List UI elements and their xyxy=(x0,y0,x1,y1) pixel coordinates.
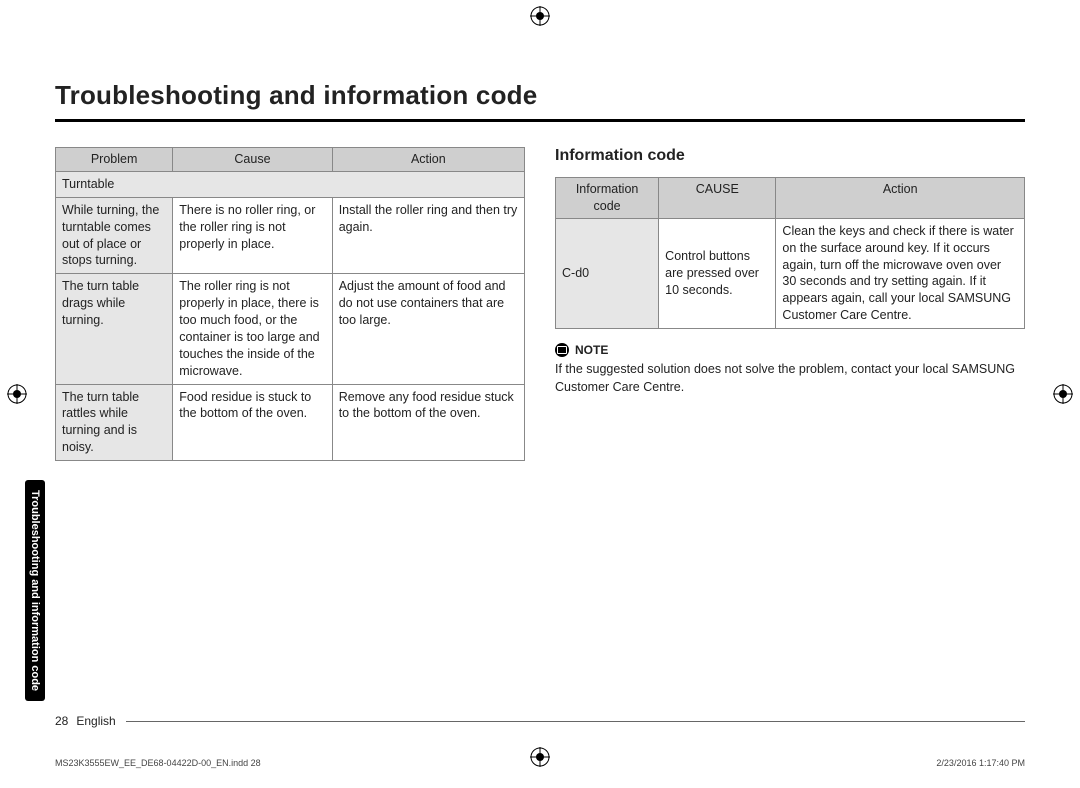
troubleshooting-table: Problem Cause Action Turntable While tur… xyxy=(55,147,525,461)
note-header: NOTE xyxy=(555,343,1025,357)
table-row: The turn table rattles while turning and… xyxy=(56,384,525,461)
title-underline xyxy=(55,119,1025,122)
table-header-row: Problem Cause Action xyxy=(56,148,525,172)
side-tab: Troubleshooting and information code xyxy=(25,480,45,701)
footer: 28 English xyxy=(55,714,1025,728)
cell-action: Install the roller ring and then try aga… xyxy=(332,197,524,274)
col-header-code: Information code xyxy=(556,178,659,219)
cell-cause: Control buttons are pressed over 10 seco… xyxy=(659,218,776,328)
registration-mark-icon xyxy=(1052,383,1074,405)
content-columns: Problem Cause Action Turntable While tur… xyxy=(55,147,1025,461)
registration-mark-icon xyxy=(529,5,551,27)
subheader-turntable: Turntable xyxy=(56,171,525,197)
table-row: While turning, the turntable comes out o… xyxy=(56,197,525,274)
meta-file: MS23K3555EW_EE_DE68-04422D-00_EN.indd 28 xyxy=(55,758,261,768)
col-header-action: Action xyxy=(332,148,524,172)
cell-action: Adjust the amount of food and do not use… xyxy=(332,274,524,384)
right-column: Information code Information code CAUSE … xyxy=(555,147,1025,396)
cell-problem: The turn table rattles while turning and… xyxy=(56,384,173,461)
info-code-table: Information code CAUSE Action C-d0 Contr… xyxy=(555,177,1025,329)
note-label: NOTE xyxy=(575,343,608,357)
meta-stamp: 2/23/2016 1:17:40 PM xyxy=(936,758,1025,768)
col-header-cause: Cause xyxy=(173,148,332,172)
footer-rule xyxy=(126,721,1025,722)
table-subheader-row: Turntable xyxy=(56,171,525,197)
cell-cause: The roller ring is not properly in place… xyxy=(173,274,332,384)
note-icon xyxy=(555,343,569,357)
cell-cause: There is no roller ring, or the roller r… xyxy=(173,197,332,274)
print-meta: MS23K3555EW_EE_DE68-04422D-00_EN.indd 28… xyxy=(55,758,1025,768)
section-heading: Information code xyxy=(555,147,1025,165)
registration-mark-icon xyxy=(6,383,28,405)
cell-cause: Food residue is stuck to the bottom of t… xyxy=(173,384,332,461)
cell-problem: While turning, the turntable comes out o… xyxy=(56,197,173,274)
cell-action: Remove any food residue stuck to the bot… xyxy=(332,384,524,461)
table-header-row: Information code CAUSE Action xyxy=(556,178,1025,219)
page-title: Troubleshooting and information code xyxy=(55,80,1025,111)
note-text: If the suggested solution does not solve… xyxy=(555,361,1025,396)
cell-problem: The turn table drags while turning. xyxy=(56,274,173,384)
table-row: C-d0 Control buttons are pressed over 10… xyxy=(556,218,1025,328)
col-header-problem: Problem xyxy=(56,148,173,172)
col-header-cause: CAUSE xyxy=(659,178,776,219)
table-row: The turn table drags while turning. The … xyxy=(56,274,525,384)
footer-language: English xyxy=(76,714,115,728)
col-header-action: Action xyxy=(776,178,1025,219)
page: Troubleshooting and information code Pro… xyxy=(0,0,1080,461)
cell-code: C-d0 xyxy=(556,218,659,328)
page-number: 28 xyxy=(55,714,68,728)
left-column: Problem Cause Action Turntable While tur… xyxy=(55,147,525,461)
cell-action: Clean the keys and check if there is wat… xyxy=(776,218,1025,328)
